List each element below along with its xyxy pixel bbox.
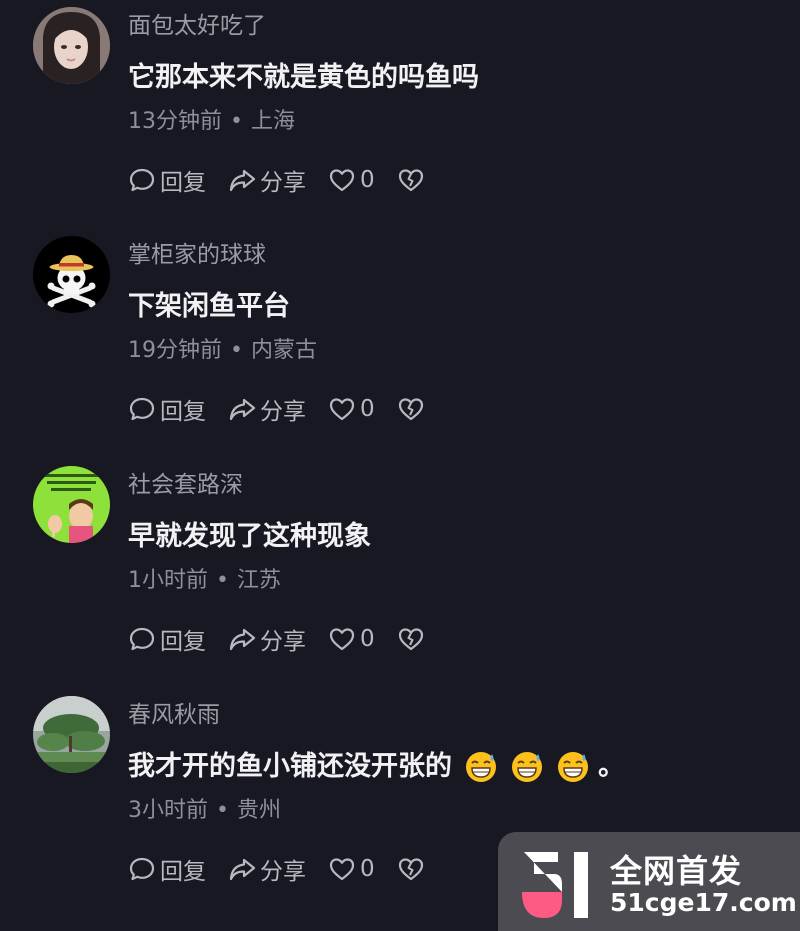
- comment-actions: 回复 分享 0: [128, 849, 451, 889]
- reply-bubble-icon: [129, 168, 155, 192]
- reply-label: 回复: [160, 399, 206, 425]
- username[interactable]: 面包太好吃了: [128, 10, 266, 42]
- grinning-sweat-emoji-icon: [556, 750, 590, 784]
- meta-separator: •: [230, 109, 243, 134]
- heart-icon: [329, 169, 355, 192]
- like-count: 0: [360, 167, 375, 193]
- share-button[interactable]: 分享: [228, 163, 306, 197]
- share-label: 分享: [260, 399, 306, 425]
- broken-heart-icon: [398, 398, 423, 421]
- comment-list: 面包太好吃了 它那本来不就是黄色的吗鱼吗 13分钟前 • 上海 回复 分享 0: [0, 0, 800, 931]
- comment-meta: 13分钟前 • 上海: [128, 106, 295, 138]
- comment-text-body: 它那本来不就是黄色的吗鱼吗: [128, 62, 479, 93]
- heart-icon: [329, 858, 355, 881]
- broken-heart-icon: [398, 628, 423, 651]
- heart-icon: [329, 628, 355, 651]
- like-button[interactable]: 0: [328, 625, 375, 653]
- reply-button[interactable]: 回复: [128, 163, 206, 197]
- username[interactable]: 社会套路深: [128, 469, 243, 501]
- reply-bubble-icon: [129, 627, 155, 651]
- comment-text-body: 下架闲鱼平台: [128, 291, 290, 322]
- share-arrow-icon: [229, 858, 256, 881]
- dislike-button[interactable]: [397, 166, 429, 194]
- like-count: 0: [360, 626, 375, 652]
- comment-item: 掌柜家的球球 下架闲鱼平台 19分钟前 • 内蒙古 回复 分享 0: [0, 229, 800, 459]
- share-arrow-icon: [229, 169, 256, 192]
- watermark-line1: 全网首发: [610, 852, 743, 890]
- meta-separator: •: [216, 798, 229, 823]
- watermark-logo-icon: [522, 852, 588, 918]
- comment-location: 内蒙古: [250, 338, 317, 363]
- dislike-button[interactable]: [397, 625, 429, 653]
- user-avatar[interactable]: [33, 466, 110, 543]
- reply-button[interactable]: 回复: [128, 392, 206, 426]
- comment-time: 3小时前: [128, 798, 208, 823]
- user-avatar[interactable]: [33, 696, 110, 773]
- like-button[interactable]: 0: [328, 166, 375, 194]
- grinning-sweat-emoji-icon: [464, 750, 498, 784]
- comment-text: 它那本来不就是黄色的吗鱼吗: [128, 58, 479, 98]
- reply-bubble-icon: [129, 397, 155, 421]
- share-arrow-icon: [229, 398, 256, 421]
- avatar-landscape-tree-icon: [33, 696, 110, 773]
- meta-separator: •: [230, 338, 243, 363]
- share-arrow-icon: [229, 628, 256, 651]
- share-button[interactable]: 分享: [228, 622, 306, 656]
- user-avatar[interactable]: [33, 236, 110, 313]
- reply-label: 回复: [160, 859, 206, 885]
- like-button[interactable]: 0: [328, 855, 375, 883]
- grinning-sweat-emoji-icon: [510, 750, 544, 784]
- comment-text-body: 早就发现了这种现象: [128, 521, 371, 552]
- like-count: 0: [360, 396, 375, 422]
- dislike-button[interactable]: [397, 395, 429, 423]
- comment-text: 我才开的鱼小铺还没开张的 。: [128, 747, 625, 787]
- like-count: 0: [360, 856, 375, 882]
- meta-separator: •: [216, 568, 229, 593]
- dislike-button[interactable]: [397, 855, 429, 883]
- share-label: 分享: [260, 170, 306, 196]
- watermark-line2: 51cge17.com: [610, 888, 797, 917]
- reply-button[interactable]: 回复: [128, 852, 206, 886]
- comment-text-suffix: 。: [598, 751, 625, 782]
- comment-actions: 回复 分享 0: [128, 389, 451, 429]
- comment-location: 上海: [250, 109, 295, 134]
- comment-item: 面包太好吃了 它那本来不就是黄色的吗鱼吗 13分钟前 • 上海 回复 分享 0: [0, 0, 800, 230]
- share-button[interactable]: 分享: [228, 852, 306, 886]
- comment-text-body: 我才开的鱼小铺还没开张的: [128, 751, 452, 782]
- username[interactable]: 春风秋雨: [128, 699, 220, 731]
- comment-time: 19分钟前: [128, 338, 222, 363]
- comment-text: 下架闲鱼平台: [128, 287, 290, 327]
- username[interactable]: 掌柜家的球球: [128, 239, 266, 271]
- comment-location: 江苏: [236, 568, 281, 593]
- watermark: 全网首发 51cge17.com: [498, 832, 800, 931]
- reply-label: 回复: [160, 170, 206, 196]
- comment-actions: 回复 分享 0: [128, 160, 451, 200]
- comment-location: 贵州: [236, 798, 281, 823]
- like-button[interactable]: 0: [328, 395, 375, 423]
- avatar-skull-strawhat-icon: [33, 236, 110, 313]
- share-label: 分享: [260, 629, 306, 655]
- avatar-green-cartoon-icon: [33, 466, 110, 543]
- heart-icon: [329, 398, 355, 421]
- broken-heart-icon: [398, 858, 423, 881]
- comment-time: 1小时前: [128, 568, 208, 593]
- comment-meta: 19分钟前 • 内蒙古: [128, 335, 317, 367]
- reply-label: 回复: [160, 629, 206, 655]
- reply-button[interactable]: 回复: [128, 622, 206, 656]
- user-avatar[interactable]: [33, 7, 110, 84]
- comment-time: 13分钟前: [128, 109, 222, 134]
- share-button[interactable]: 分享: [228, 392, 306, 426]
- comment-item: 社会套路深 早就发现了这种现象 1小时前 • 江苏 回复 分享 0: [0, 459, 800, 689]
- reply-bubble-icon: [129, 857, 155, 881]
- comment-text: 早就发现了这种现象: [128, 517, 371, 557]
- avatar-girl-photo-icon: [33, 7, 110, 84]
- comment-meta: 3小时前 • 贵州: [128, 795, 281, 827]
- comment-meta: 1小时前 • 江苏: [128, 565, 281, 597]
- comment-actions: 回复 分享 0: [128, 619, 451, 659]
- share-label: 分享: [260, 859, 306, 885]
- broken-heart-icon: [398, 169, 423, 192]
